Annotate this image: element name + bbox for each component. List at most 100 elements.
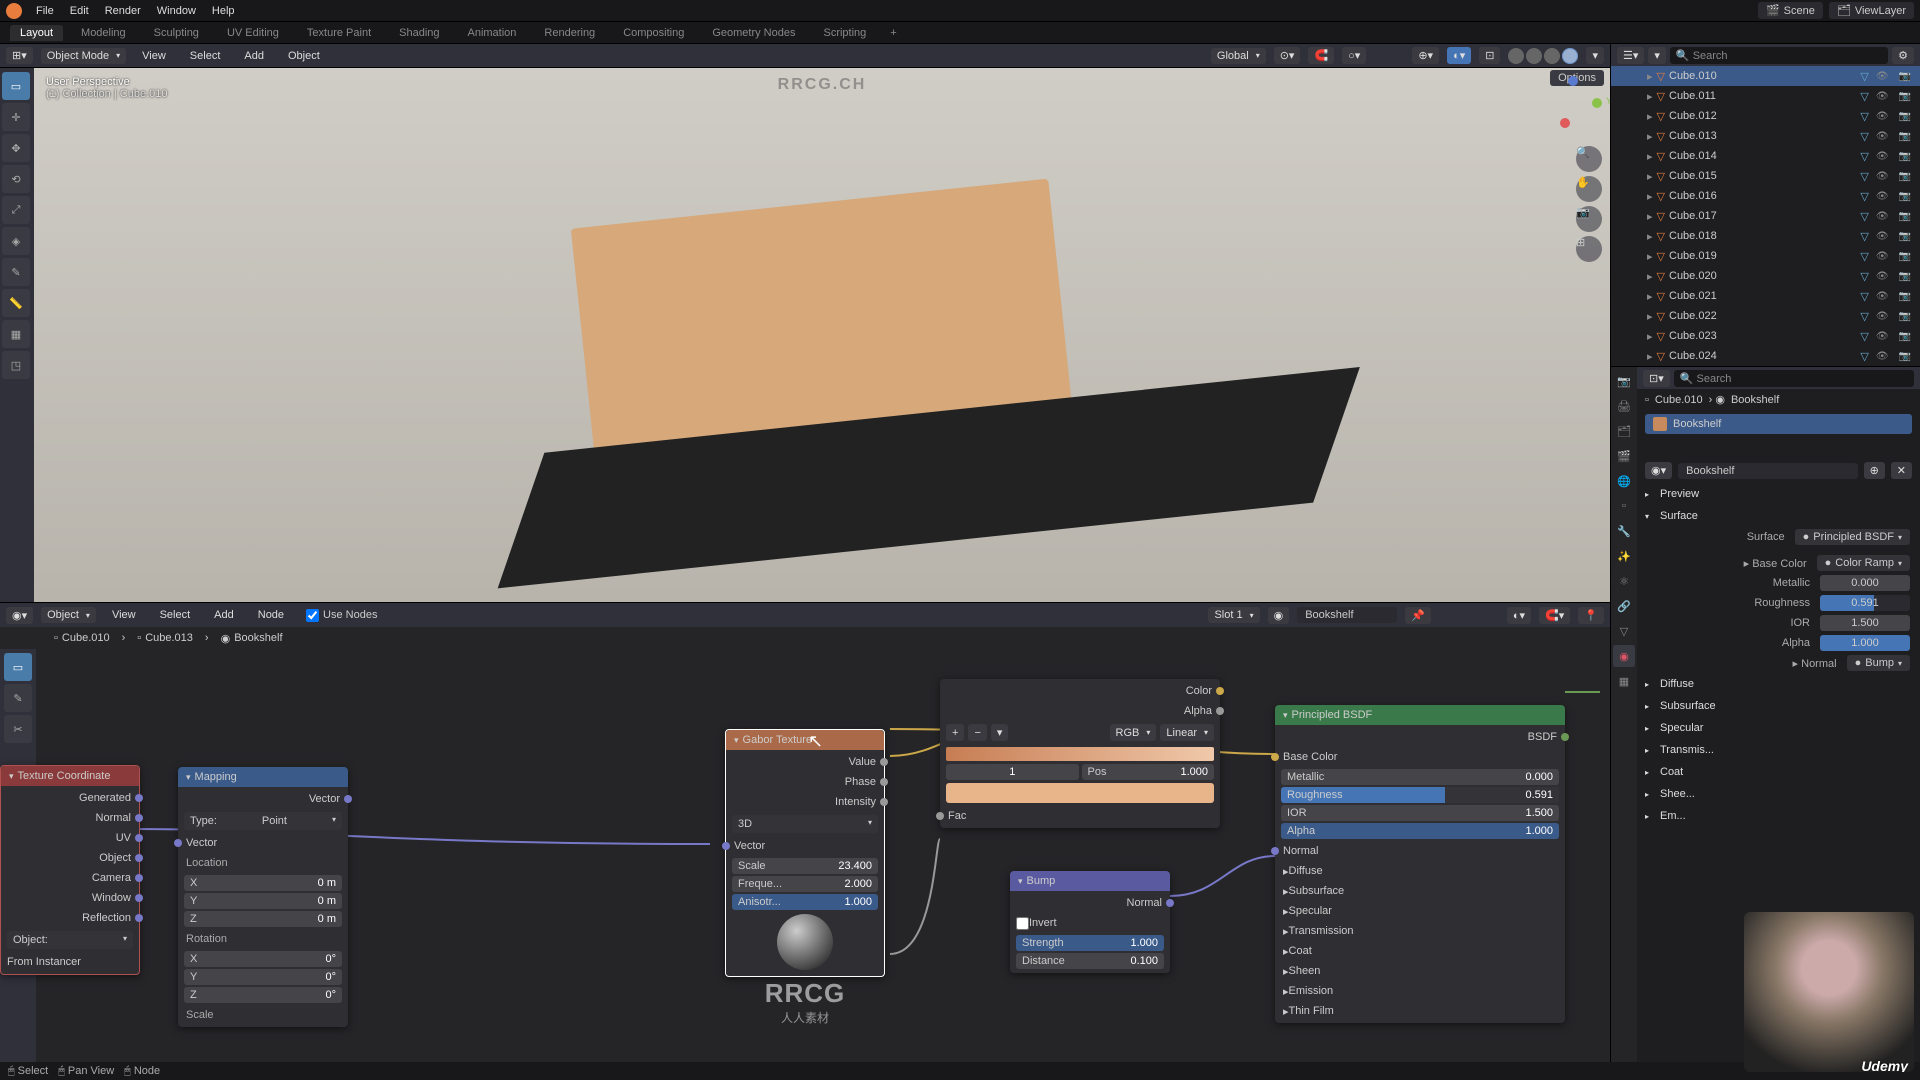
bump-invert-check[interactable] bbox=[1016, 917, 1029, 930]
node-title-principled[interactable]: Principled BSDF bbox=[1275, 705, 1565, 725]
chevron-icon[interactable]: ▸ bbox=[1647, 350, 1653, 363]
gabor-out-intensity[interactable]: Intensity bbox=[726, 792, 884, 812]
ptab-object[interactable]: ▫ bbox=[1613, 495, 1635, 517]
material-browse[interactable]: ◉ bbox=[1268, 607, 1290, 624]
chevron-icon[interactable]: ▸ bbox=[1647, 170, 1653, 183]
p-sec-subsurface[interactable]: ▸ Subsurface bbox=[1275, 881, 1565, 901]
map-in-vector[interactable]: Vector bbox=[178, 833, 348, 853]
gabor-freq[interactable]: Freque...2.000 bbox=[732, 876, 878, 892]
map-loc-y[interactable]: Y0 m bbox=[184, 893, 342, 909]
shading-dropdown[interactable]: ▾ bbox=[1586, 47, 1604, 64]
p-sec-thinfilm[interactable]: ▸ Thin Film bbox=[1275, 1001, 1565, 1021]
ptab-physics[interactable]: ⚛ bbox=[1613, 570, 1635, 592]
gabor-out-phase[interactable]: Phase bbox=[726, 772, 884, 792]
visibility-toggle[interactable]: 👁 bbox=[1873, 291, 1892, 302]
panel-coat[interactable]: Coat bbox=[1637, 761, 1920, 783]
panel-diffuse[interactable]: Diffuse bbox=[1637, 673, 1920, 695]
outliner-item[interactable]: ▸ ▽ Cube.015 ▽ 👁 📷 bbox=[1611, 166, 1920, 186]
out-window[interactable]: Window bbox=[1, 888, 139, 908]
outliner-type[interactable]: ☰▾ bbox=[1617, 47, 1644, 64]
render-toggle[interactable]: 📷 bbox=[1896, 171, 1914, 182]
ne-tool-select[interactable]: ▭ bbox=[4, 653, 32, 681]
render-toggle[interactable]: 📷 bbox=[1896, 351, 1914, 362]
out-camera[interactable]: Camera bbox=[1, 868, 139, 888]
chevron-icon[interactable]: ▸ bbox=[1647, 70, 1653, 83]
prop-editor-type[interactable]: ⊡▾ bbox=[1643, 370, 1670, 387]
panel-transmission[interactable]: Transmis... bbox=[1637, 739, 1920, 761]
outliner-item[interactable]: ▸ ▽ Cube.017 ▽ 👁 📷 bbox=[1611, 206, 1920, 226]
chevron-icon[interactable]: ▸ bbox=[1647, 190, 1653, 203]
bump-strength[interactable]: Strength1.000 bbox=[1016, 935, 1164, 951]
menu-edit[interactable]: Edit bbox=[62, 2, 97, 20]
outliner-item[interactable]: ▸ ▽ Cube.014 ▽ 👁 📷 bbox=[1611, 146, 1920, 166]
tab-layout[interactable]: Layout bbox=[10, 25, 63, 41]
ramp-index[interactable]: 1 bbox=[946, 764, 1079, 780]
visibility-toggle[interactable]: 👁 bbox=[1873, 171, 1892, 182]
outliner-item[interactable]: ▸ ▽ Cube.018 ▽ 👁 📷 bbox=[1611, 226, 1920, 246]
tab-rendering[interactable]: Rendering bbox=[534, 25, 605, 41]
render-toggle[interactable]: 📷 bbox=[1896, 71, 1914, 82]
ptab-constraints[interactable]: 🔗 bbox=[1613, 595, 1635, 617]
outliner-item[interactable]: ▸ ▽ Cube.016 ▽ 👁 📷 bbox=[1611, 186, 1920, 206]
node-color-ramp[interactable]: Color Alpha + − ▾ RGB Linear 1 bbox=[940, 679, 1220, 828]
ptab-texture[interactable]: ▦ bbox=[1613, 670, 1635, 692]
viewport-3d[interactable]: RRCG.CH User Perspective (1) Collection … bbox=[34, 68, 1610, 602]
map-rot-z[interactable]: Z0° bbox=[184, 987, 342, 1003]
tool-select[interactable]: ▭ bbox=[2, 72, 30, 100]
snap-btn[interactable]: 🧲 bbox=[1308, 47, 1334, 64]
ptab-material[interactable]: ◉ bbox=[1613, 645, 1635, 667]
tab-modeling[interactable]: Modeling bbox=[71, 25, 136, 41]
normal-link[interactable]: ● Bump bbox=[1847, 655, 1910, 671]
out-normal[interactable]: Normal bbox=[1, 808, 139, 828]
render-toggle[interactable]: 📷 bbox=[1896, 331, 1914, 342]
ne-menu-node[interactable]: Node bbox=[250, 606, 292, 624]
node-title-gabor[interactable]: Gabor Texture bbox=[726, 730, 884, 750]
render-toggle[interactable]: 📷 bbox=[1896, 131, 1914, 142]
tab-texture-paint[interactable]: Texture Paint bbox=[297, 25, 381, 41]
outliner-item[interactable]: ▸ ▽ Cube.013 ▽ 👁 📷 bbox=[1611, 126, 1920, 146]
from-instancer[interactable]: From Instancer bbox=[1, 952, 139, 972]
outliner-item[interactable]: ▸ ▽ Cube.023 ▽ 👁 📷 bbox=[1611, 326, 1920, 346]
render-toggle[interactable]: 📷 bbox=[1896, 111, 1914, 122]
ramp-gradient[interactable] bbox=[946, 747, 1214, 761]
outliner-item[interactable]: ▸ ▽ Cube.012 ▽ 👁 📷 bbox=[1611, 106, 1920, 126]
prop-roughness[interactable]: 0.591 bbox=[1820, 595, 1910, 611]
ramp-mode[interactable]: RGB bbox=[1110, 724, 1157, 741]
node-title-texcoord[interactable]: Texture Coordinate bbox=[1, 766, 139, 786]
surface-shader-btn[interactable]: ● Principled BSDF bbox=[1795, 529, 1910, 545]
out-object[interactable]: Object bbox=[1, 848, 139, 868]
p-sec-emission[interactable]: ▸ Emission bbox=[1275, 981, 1565, 1001]
ne-overlay[interactable]: ◐▾ bbox=[1507, 607, 1531, 624]
material-slot[interactable]: Bookshelf bbox=[1645, 414, 1912, 434]
tab-add[interactable]: + bbox=[884, 27, 902, 39]
prop-alpha[interactable]: 1.000 bbox=[1820, 635, 1910, 651]
node-mapping[interactable]: Mapping Vector Type:Point Vector Locatio… bbox=[178, 767, 348, 1027]
node-graph[interactable]: ▭ ✎ ✂ Texture Coordinate Generated bbox=[0, 649, 1610, 1062]
ramp-add-stop[interactable]: + bbox=[946, 724, 964, 741]
scene-selector[interactable]: 🎬Scene bbox=[1758, 2, 1823, 19]
bc-obj2[interactable]: ▫ Cube.013 bbox=[131, 630, 199, 646]
ptab-render[interactable]: 📷 bbox=[1613, 370, 1635, 392]
overlay-toggle[interactable]: ◐▾ bbox=[1447, 47, 1471, 64]
visibility-toggle[interactable]: 👁 bbox=[1873, 71, 1892, 82]
render-toggle[interactable]: 📷 bbox=[1896, 151, 1914, 162]
outliner-item[interactable]: ▸ ▽ Cube.010 ▽ 👁 📷 bbox=[1611, 66, 1920, 86]
proportional-btn[interactable]: ○▾ bbox=[1342, 47, 1366, 64]
ramp-del-stop[interactable]: − bbox=[968, 724, 986, 741]
mat-new[interactable]: ⊕ bbox=[1864, 462, 1885, 479]
panel-preview[interactable]: Preview bbox=[1637, 483, 1920, 505]
gabor-scale[interactable]: Scale23.400 bbox=[732, 858, 878, 874]
vp-menu-add[interactable]: Add bbox=[236, 47, 272, 65]
bump-invert[interactable]: Invert bbox=[1010, 913, 1170, 933]
shading-rendered[interactable] bbox=[1562, 48, 1578, 64]
ptab-output[interactable]: 🖨 bbox=[1613, 395, 1635, 417]
p-roughness[interactable]: Roughness0.591 bbox=[1281, 787, 1559, 803]
outliner-display[interactable]: ▾ bbox=[1648, 47, 1666, 64]
ptab-data[interactable]: ▽ bbox=[1613, 620, 1635, 642]
shading-wire[interactable] bbox=[1508, 48, 1524, 64]
shading-solid[interactable] bbox=[1526, 48, 1542, 64]
panel-specular[interactable]: Specular bbox=[1637, 717, 1920, 739]
out-reflection[interactable]: Reflection bbox=[1, 908, 139, 928]
render-toggle[interactable]: 📷 bbox=[1896, 251, 1914, 262]
visibility-toggle[interactable]: 👁 bbox=[1873, 271, 1892, 282]
